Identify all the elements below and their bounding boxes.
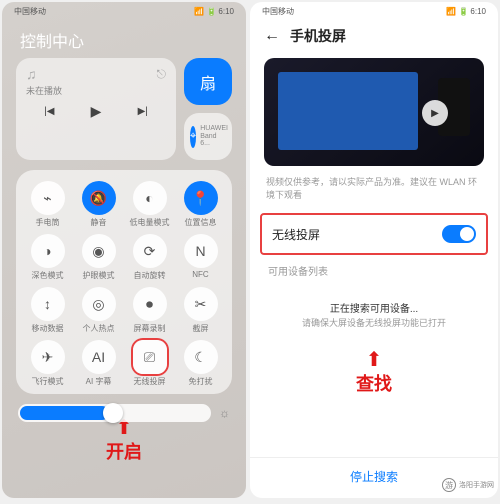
toggle-label: 静音 bbox=[91, 217, 107, 228]
toggle-label: 屏幕录制 bbox=[134, 323, 166, 334]
bluetooth-icon: ⌖ bbox=[190, 126, 196, 148]
toggle-rotate[interactable]: ⟳ 自动旋转 bbox=[124, 233, 175, 282]
nfc-icon: N bbox=[184, 234, 218, 268]
toggle-label: 位置信息 bbox=[185, 217, 217, 228]
airplane-icon: ✈ bbox=[31, 340, 65, 374]
next-track-icon[interactable]: ▶| bbox=[138, 106, 148, 117]
wireless-cast-label: 无线投屏 bbox=[272, 226, 320, 243]
shot-icon: ✂ bbox=[184, 287, 218, 321]
watermark-icon: 游 bbox=[442, 478, 456, 492]
status-bar: 中国移动 📶 🔋 6:10 bbox=[250, 2, 498, 20]
wifi-icon: 扇 bbox=[200, 70, 216, 94]
wireless-cast-switch[interactable] bbox=[442, 225, 476, 243]
toggle-data[interactable]: ↕ 移动数据 bbox=[22, 286, 73, 335]
control-center-title: 控制中心 bbox=[2, 20, 246, 58]
demo-video[interactable]: ▶ bbox=[264, 58, 484, 166]
mute-icon: 🔕 bbox=[82, 181, 116, 215]
toggle-label: 无线投屏 bbox=[134, 376, 166, 387]
toggle-label: 个人热点 bbox=[83, 323, 115, 334]
toggle-label: 手电筒 bbox=[36, 217, 60, 228]
toggle-nfc[interactable]: N NFC bbox=[175, 233, 226, 282]
toggle-dark[interactable]: ◑ 深色模式 bbox=[22, 233, 73, 282]
control-center-panel: 中国移动 📶 🔋 6:10 控制中心 ♫ ⎋ 未在播放 |◀ ▶ ▶| 扇 ⌖ … bbox=[2, 2, 246, 498]
music-note-icon: ♫ bbox=[26, 66, 37, 82]
toggle-hotspot[interactable]: ◎ 个人热点 bbox=[73, 286, 124, 335]
toggle-label: 飞行模式 bbox=[32, 376, 64, 387]
carrier-label: 中国移动 bbox=[14, 6, 46, 17]
quick-toggle-panel: ⌁ 手电筒 🔕 静音 ◐ 低电量模式 📍 位置信息 ◑ 深色模式 ◉ 护眼模式 ⟳ 自动旋转 N NFC ↕ 移动… bbox=[16, 170, 232, 394]
page-title: 手机投屏 bbox=[290, 26, 346, 46]
toggle-dnd[interactable]: ☾ 免打扰 bbox=[175, 339, 226, 388]
watermark: 游 洛阳手游网 bbox=[442, 478, 494, 492]
prev-track-icon[interactable]: |◀ bbox=[44, 106, 54, 117]
back-icon[interactable]: ← bbox=[264, 27, 280, 45]
toggle-label: 移动数据 bbox=[32, 323, 64, 334]
play-icon[interactable]: ▶ bbox=[422, 100, 448, 126]
bluetooth-device-label: HUAWEI Band 6... bbox=[200, 125, 228, 148]
searching-hint: 请确保大屏设备无线投屏功能已打开 bbox=[250, 315, 498, 332]
data-icon: ↕ bbox=[31, 287, 65, 321]
play-icon[interactable]: ▶ bbox=[91, 103, 102, 120]
toggle-eye[interactable]: ◉ 护眼模式 bbox=[73, 233, 124, 282]
ai-icon: AI bbox=[82, 340, 116, 374]
toggle-airplane[interactable]: ✈ 飞行模式 bbox=[22, 339, 73, 388]
cast-icon: ⎚ bbox=[133, 340, 167, 374]
auto-brightness-icon[interactable]: ☼ bbox=[219, 406, 230, 420]
toggle-label: 低电量模式 bbox=[130, 217, 170, 228]
rotate-icon: ⟳ bbox=[133, 234, 167, 268]
searching-label: 正在搜索可用设备... bbox=[250, 300, 498, 315]
flashlight-icon: ⌁ bbox=[31, 181, 65, 215]
wireless-cast-row[interactable]: 无线投屏 bbox=[260, 213, 488, 255]
stop-search-button[interactable]: 停止搜索 bbox=[350, 470, 398, 484]
toggle-label: 自动旋转 bbox=[134, 270, 166, 281]
battery-icon: ◐ bbox=[133, 181, 167, 215]
cast-audio-icon[interactable]: ⎋ bbox=[157, 67, 167, 82]
toggle-shot[interactable]: ✂ 截屏 bbox=[175, 286, 226, 335]
dnd-icon: ☾ bbox=[184, 340, 218, 374]
toggle-record[interactable]: ⏺ 屏幕录制 bbox=[124, 286, 175, 335]
toggle-label: 深色模式 bbox=[32, 270, 64, 281]
location-icon: 📍 bbox=[184, 181, 218, 215]
available-devices-label: 可用设备列表 bbox=[250, 259, 498, 282]
toggle-label: 护眼模式 bbox=[83, 270, 115, 281]
dark-icon: ◑ bbox=[31, 234, 65, 268]
toggle-label: 免打扰 bbox=[189, 376, 213, 387]
toggle-label: 截屏 bbox=[193, 323, 209, 334]
toggle-cast[interactable]: ⎚ 无线投屏 bbox=[124, 339, 175, 388]
annotation-search-label: 查找 bbox=[250, 370, 498, 396]
toggle-location[interactable]: 📍 位置信息 bbox=[175, 180, 226, 229]
toggle-label: AI 字幕 bbox=[86, 376, 112, 387]
annotation-enable-label: 开启 bbox=[2, 438, 246, 464]
toggle-ai[interactable]: AI AI 字幕 bbox=[73, 339, 124, 388]
toggle-label: NFC bbox=[192, 270, 208, 279]
toggle-mute[interactable]: 🔕 静音 bbox=[73, 180, 124, 229]
brightness-slider[interactable] bbox=[18, 404, 211, 422]
status-bar-right: 📶 🔋 6:10 bbox=[446, 7, 486, 16]
toggle-flashlight[interactable]: ⌁ 手电筒 bbox=[22, 180, 73, 229]
demo-description: 视频仅供参考，请以实际产品为准。建议在 WLAN 环境下观看 bbox=[250, 172, 498, 209]
annotation-arrow-icon: ⬆ bbox=[250, 350, 498, 370]
carrier-label: 中国移动 bbox=[262, 6, 294, 17]
eye-icon: ◉ bbox=[82, 234, 116, 268]
status-bar-right: 📶 🔋 6:10 bbox=[194, 7, 234, 16]
record-icon: ⏺ bbox=[133, 287, 167, 321]
toggle-battery[interactable]: ◐ 低电量模式 bbox=[124, 180, 175, 229]
cast-settings-panel: 中国移动 📶 🔋 6:10 ← 手机投屏 ▶ 视频仅供参考，请以实际产品为准。建… bbox=[250, 2, 498, 498]
wifi-toggle[interactable]: 扇 bbox=[184, 58, 232, 105]
status-bar: 中国移动 📶 🔋 6:10 bbox=[2, 2, 246, 20]
music-widget[interactable]: ♫ ⎋ 未在播放 |◀ ▶ ▶| bbox=[16, 58, 176, 160]
music-status-label: 未在播放 bbox=[26, 84, 166, 97]
bluetooth-toggle[interactable]: ⌖ HUAWEI Band 6... bbox=[184, 113, 232, 160]
hotspot-icon: ◎ bbox=[82, 287, 116, 321]
